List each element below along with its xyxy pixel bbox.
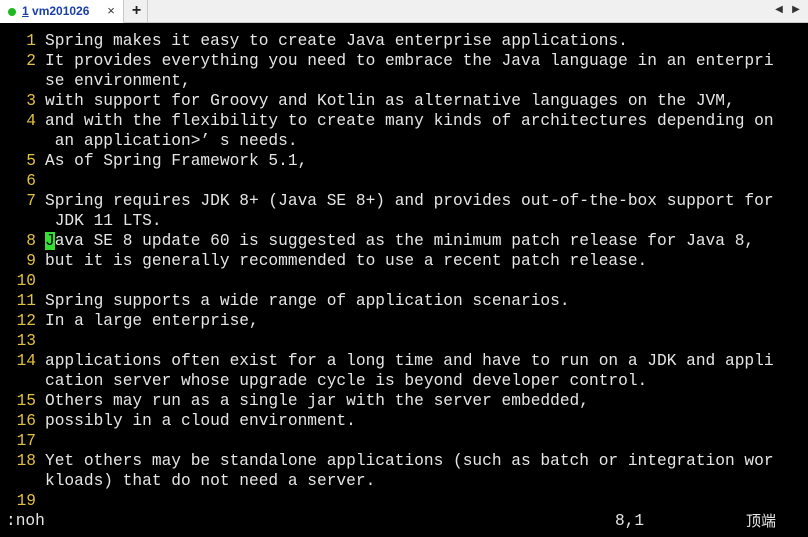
line-number: 8 (26, 232, 36, 250)
tab-index: 1 (22, 4, 29, 18)
line-text: an application>’ s needs. (45, 132, 298, 150)
line-text: with support for Groovy and Kotlin as al… (45, 92, 735, 110)
cursor-position: 8,1 (615, 512, 645, 530)
new-tab-button[interactable]: + (126, 0, 148, 23)
line-text: but it is generally recommended to use a… (45, 252, 648, 270)
line-text: Spring makes it easy to create Java ente… (45, 32, 628, 50)
line-number: 10 (16, 272, 36, 290)
line-number: 6 (26, 172, 36, 190)
line-text: Yet others may be standalone application… (45, 452, 774, 470)
editor-line[interactable]: 10 (0, 271, 808, 291)
line-number: 3 (26, 92, 36, 110)
editor-line[interactable]: 19 (0, 491, 808, 511)
terminal-window: 1 vm201026 × + ◀ ▶ 1 Spring makes it easy… (0, 0, 808, 537)
line-number: 5 (26, 152, 36, 170)
scroll-tabs-left-icon[interactable]: ◀ (772, 2, 786, 18)
line-text: possibly in a cloud environment. (45, 412, 356, 430)
editor-line[interactable]: 14 applications often exist for a long ti… (0, 351, 808, 371)
line-number: 4 (26, 112, 36, 130)
scroll-position: 顶端 (746, 512, 777, 530)
tab-bar: 1 vm201026 × + ◀ ▶ (0, 0, 808, 23)
connection-status-icon (8, 8, 16, 16)
line-number: 17 (16, 432, 36, 450)
line-text: cation server whose upgrade cycle is bey… (45, 372, 648, 390)
scroll-tabs-right-icon[interactable]: ▶ (789, 2, 803, 18)
line-text: se environment, (45, 72, 191, 90)
line-text: It provides everything you need to embra… (45, 52, 774, 70)
editor-line[interactable]: 17 (0, 431, 808, 451)
line-text-after-cursor: ava SE 8 update 60 is suggested as the m… (54, 232, 755, 250)
line-text: applications often exist for a long time… (45, 352, 774, 370)
line-text: kloads) that do not need a server. (45, 472, 376, 490)
vim-editor-area[interactable]: 1 Spring makes it easy to create Java ent… (0, 31, 808, 511)
editor-line[interactable]: 6 (0, 171, 808, 191)
editor-line[interactable]: 12 In a large enterprise, (0, 311, 808, 331)
editor-line[interactable]: 15 Others may run as a single jar with th… (0, 391, 808, 411)
line-number: 2 (26, 52, 36, 70)
line-text: and with the flexibility to create many … (45, 112, 774, 130)
editor-line[interactable]: cation server whose upgrade cycle is bey… (0, 371, 808, 391)
line-number: 18 (16, 452, 36, 470)
line-text: JDK 11 LTS. (45, 212, 162, 230)
editor-line[interactable]: 9 but it is generally recommended to use … (0, 251, 808, 271)
line-number: 12 (16, 312, 36, 330)
line-number: 13 (16, 332, 36, 350)
editor-line[interactable]: 18 Yet others may be standalone applicati… (0, 451, 808, 471)
line-text: Spring supports a wide range of applicat… (45, 292, 570, 310)
editor-line[interactable]: JDK 11 LTS. (0, 211, 808, 231)
command-line: :noh (6, 512, 45, 530)
editor-line[interactable]: 4 and with the flexibility to create many… (0, 111, 808, 131)
editor-line[interactable]: 11 Spring supports a wide range of applic… (0, 291, 808, 311)
tab-vm201026[interactable]: 1 vm201026 × (0, 0, 124, 23)
line-number: 9 (26, 252, 36, 270)
editor-line[interactable]: 13 (0, 331, 808, 351)
line-text: Spring requires JDK 8+ (Java SE 8+) and … (45, 192, 774, 210)
editor-line[interactable]: 5 As of Spring Framework 5.1, (0, 151, 808, 171)
editor-line[interactable]: 1 Spring makes it easy to create Java ent… (0, 31, 808, 51)
line-text: Java SE 8 update 60 is suggested as the … (45, 231, 754, 251)
editor-line[interactable]: kloads) that do not need a server. (0, 471, 808, 491)
editor-line[interactable]: an application>’ s needs. (0, 131, 808, 151)
tab-label: 1 vm201026 (22, 4, 89, 18)
line-text: As of Spring Framework 5.1, (45, 152, 308, 170)
line-text: In a large enterprise, (45, 312, 259, 330)
editor-line[interactable]: se environment, (0, 71, 808, 91)
editor-line[interactable]: 7 Spring requires JDK 8+ (Java SE 8+) and… (0, 191, 808, 211)
text-cursor: J (45, 232, 55, 250)
line-number: 1 (26, 32, 36, 50)
line-number: 19 (16, 492, 36, 510)
line-number: 15 (16, 392, 36, 410)
close-tab-icon[interactable]: × (104, 3, 118, 19)
line-number: 7 (26, 192, 36, 210)
editor-line[interactable]: 2 It provides everything you need to embr… (0, 51, 808, 71)
tab-name: vm201026 (28, 4, 90, 18)
editor-line[interactable]: 16 possibly in a cloud environment. (0, 411, 808, 431)
editor-line[interactable]: 8 Java SE 8 update 60 is suggested as the… (0, 231, 808, 251)
line-number: 16 (16, 412, 36, 430)
line-text: Others may run as a single jar with the … (45, 392, 589, 410)
editor-line[interactable]: 3 with support for Groovy and Kotlin as a… (0, 91, 808, 111)
line-number: 11 (16, 292, 36, 310)
line-number: 14 (16, 352, 36, 370)
